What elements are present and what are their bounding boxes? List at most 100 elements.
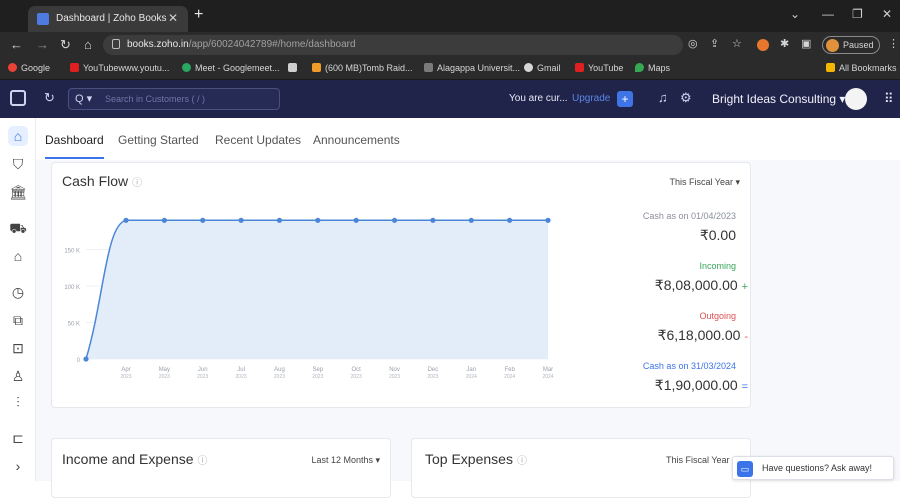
url-field[interactable]: books.zoho.in/app/60024042789#/home/dash…: [103, 35, 683, 55]
info-icon[interactable]: ⓘ: [198, 456, 208, 467]
home-nav-icon[interactable]: ⌂: [8, 126, 28, 146]
data-point[interactable]: [315, 217, 321, 223]
bookmark-youtube[interactable]: YouTube: [575, 63, 623, 73]
help-chat-button[interactable]: ▭ Have questions? Ask away!: [732, 456, 894, 480]
extensions-puzzle-icon[interactable]: ✱: [780, 37, 789, 50]
browser-tab[interactable]: Dashboard | Zoho Books ✕: [28, 6, 188, 32]
bookmark-meet[interactable]: Meet - Googlemeet...: [182, 63, 280, 73]
data-point[interactable]: [161, 217, 167, 223]
ewaybills-nav-icon[interactable]: ⧉: [8, 310, 28, 330]
data-point-start[interactable]: [83, 356, 89, 362]
expand-sidebar-icon[interactable]: ›: [8, 456, 28, 476]
top-expenses-period-dropdown[interactable]: This Fiscal Year: [666, 455, 730, 465]
x-tick-year: 2023: [427, 374, 438, 380]
extension-icon[interactable]: [757, 39, 769, 51]
cast-icon[interactable]: ◎: [688, 37, 698, 50]
data-point[interactable]: [468, 217, 474, 223]
tab-getting-started[interactable]: Getting Started: [118, 133, 199, 147]
x-tick-month: Mar: [543, 367, 553, 373]
y-tick-label: 100 K: [64, 285, 80, 291]
x-tick-year: 2023: [312, 374, 323, 380]
share-icon[interactable]: ⇪: [710, 37, 719, 50]
tab-announcements[interactable]: Announcements: [313, 133, 400, 147]
cash-flow-card: Cash Flow ⓘ This Fiscal Year ▾ 0 50 K 100 K…: [51, 162, 751, 408]
bookmark-star-icon[interactable]: ☆: [732, 37, 742, 50]
data-point[interactable]: [200, 217, 206, 223]
tab-dashboard[interactable]: Dashboard: [45, 133, 104, 159]
time-tracking-nav-icon[interactable]: ◷: [8, 282, 28, 302]
documents-nav-icon[interactable]: ⊏: [8, 428, 28, 448]
bookmark-google[interactable]: Google: [8, 63, 50, 73]
address-bar-row: ← → ↻ ⌂ books.zoho.in/app/60024042789#/h…: [0, 32, 900, 58]
data-point[interactable]: [430, 217, 436, 223]
outgoing-sign: -: [744, 331, 748, 343]
all-bookmarks[interactable]: All Bookmarks: [826, 63, 897, 73]
reports-nav-icon[interactable]: ⫶: [8, 392, 28, 412]
data-point[interactable]: [391, 217, 398, 223]
income-expense-period-dropdown[interactable]: Last 12 Months ▾: [311, 455, 380, 466]
page-icon: [288, 63, 297, 72]
zoho-books-logo-icon[interactable]: [10, 90, 26, 106]
bookmark-blank[interactable]: [288, 63, 301, 73]
cash-flow-period-dropdown[interactable]: This Fiscal Year ▾: [669, 177, 740, 188]
income-expense-card: Income and Expense ⓘ Last 12 Months ▾: [51, 438, 391, 498]
minimize-icon[interactable]: —: [822, 7, 834, 21]
data-point[interactable]: [276, 217, 283, 223]
income-expense-title-text: Income and Expense: [62, 451, 194, 467]
data-point[interactable]: [123, 217, 129, 223]
restore-icon[interactable]: ❐: [852, 7, 863, 21]
items-nav-icon[interactable]: ⛉: [8, 154, 28, 174]
bookmark-tomb-raider[interactable]: (600 MB)Tomb Raid...: [312, 63, 413, 73]
url-path: /app/60024042789#/home/dashboard: [188, 39, 356, 50]
tab-recent-updates[interactable]: Recent Updates: [215, 133, 301, 147]
side-panel-icon[interactable]: ▣: [801, 37, 811, 50]
refresh-icon[interactable]: ↻: [44, 90, 55, 106]
closing-amount-row: ₹1,90,000.00 =: [655, 377, 748, 394]
browser-tab-bar: Dashboard | Zoho Books ✕ + ⌄ — ❐ ✕: [0, 0, 900, 32]
bookmark-maps[interactable]: Maps: [635, 63, 670, 73]
upgrade-link[interactable]: Upgrade: [572, 93, 610, 104]
new-tab-icon[interactable]: +: [194, 6, 203, 24]
home-icon[interactable]: ⌂: [84, 37, 92, 52]
reload-icon[interactable]: ↻: [60, 37, 71, 53]
settings-gear-icon[interactable]: ⚙: [680, 90, 692, 106]
data-point[interactable]: [238, 217, 244, 223]
bookmark-youtube-www[interactable]: YouTubewww.youtu...: [70, 63, 169, 73]
data-point[interactable]: [507, 217, 513, 223]
gmail-icon: [524, 63, 533, 72]
notifications-bell-icon[interactable]: ♫: [658, 90, 668, 105]
x-tick-month: Nov: [389, 367, 400, 373]
youtube-icon: [575, 63, 584, 72]
accountant-nav-icon[interactable]: ♙: [8, 366, 28, 386]
bookmark-alagappa[interactable]: Alagappa Universit...: [424, 63, 520, 73]
data-point[interactable]: [545, 217, 551, 223]
x-tick-month: Jul: [237, 367, 245, 373]
window-close-icon[interactable]: ✕: [882, 7, 892, 21]
browser-menu-icon[interactable]: ⋮: [888, 37, 899, 50]
bookmark-label: (600 MB)Tomb Raid...: [325, 63, 413, 73]
back-icon[interactable]: ←: [10, 37, 23, 52]
info-icon[interactable]: ⓘ: [132, 178, 142, 189]
search-input[interactable]: Q ▾ Search in Customers ( / ): [68, 88, 280, 110]
help-chat-label: Have questions? Ask away!: [762, 463, 873, 473]
organization-switcher[interactable]: Bright Ideas Consulting ▾: [712, 92, 845, 106]
forward-icon[interactable]: →: [36, 37, 49, 52]
sales-cart-nav-icon[interactable]: ⛟: [8, 218, 28, 238]
apps-grid-icon[interactable]: ⠿: [884, 91, 894, 107]
data-point[interactable]: [353, 217, 359, 223]
search-scope-dropdown[interactable]: Q ▾: [75, 92, 92, 105]
quick-create-button[interactable]: +: [617, 91, 633, 107]
gst-filing-nav-icon[interactable]: ⊡: [8, 338, 28, 358]
purchases-bag-nav-icon[interactable]: ⌂: [8, 246, 28, 266]
info-icon[interactable]: ⓘ: [517, 456, 527, 467]
banking-nav-icon[interactable]: 🏛: [8, 182, 28, 202]
x-tick-month: Apr: [121, 367, 130, 373]
tab-search-icon[interactable]: ⌄: [790, 7, 800, 21]
bookmark-gmail[interactable]: Gmail: [524, 63, 561, 73]
incoming-amount: ₹8,08,000.00: [654, 277, 738, 293]
profile-paused-button[interactable]: Paused: [822, 36, 880, 54]
x-tick-year: 2024: [504, 374, 515, 380]
outgoing-amount-row: ₹6,18,000.00 -: [658, 327, 748, 344]
user-avatar[interactable]: [845, 88, 867, 110]
close-tab-icon[interactable]: ✕: [168, 11, 178, 25]
